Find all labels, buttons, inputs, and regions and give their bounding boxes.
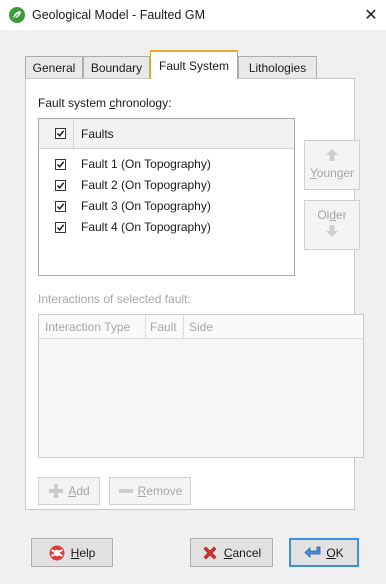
remove-label: Remove — [138, 484, 183, 498]
column-separator — [183, 315, 184, 339]
fault-checkbox[interactable] — [55, 159, 66, 170]
column-header-interaction-type: Interaction Type — [45, 320, 131, 334]
fault-label: Fault 2 (On Topography) — [81, 178, 211, 192]
select-all-checkbox[interactable] — [55, 128, 66, 139]
add-button[interactable]: Add — [38, 477, 100, 505]
column-header-fault: Fault — [150, 320, 177, 334]
older-label: Older — [305, 208, 359, 222]
fault-label: Fault 3 (On Topography) — [81, 199, 211, 213]
fault-checkbox[interactable] — [55, 180, 66, 191]
help-button[interactable]: Help — [31, 538, 113, 567]
check-icon — [56, 130, 65, 137]
check-icon — [56, 203, 65, 210]
fault-row[interactable]: Fault 3 (On Topography) — [39, 198, 294, 216]
label-accelerator: d — [329, 208, 336, 222]
remove-button[interactable]: Remove — [109, 477, 191, 505]
label-part: ounger — [316, 166, 355, 180]
fault-label: Fault 4 (On Topography) — [81, 220, 211, 234]
tab-label: Fault System — [158, 58, 230, 73]
tab-label: Boundary — [90, 60, 143, 75]
arrow-down-icon — [326, 225, 338, 237]
close-button[interactable]: ✕ — [356, 0, 386, 30]
faults-list-header: Faults — [39, 119, 294, 149]
label-accelerator: R — [137, 484, 147, 498]
help-icon — [49, 545, 65, 561]
chronology-label: Fault system chronology: — [38, 96, 171, 110]
help-label: Help — [71, 546, 96, 560]
label-part: K — [335, 545, 344, 560]
ok-button[interactable]: OK — [289, 538, 359, 567]
fault-label: Fault 1 (On Topography) — [81, 157, 211, 171]
ok-label: OK — [326, 546, 343, 560]
leaf-icon — [9, 7, 25, 23]
fault-row[interactable]: Fault 4 (On Topography) — [39, 219, 294, 237]
plus-icon — [49, 484, 64, 498]
label-part: hronology: — [115, 96, 172, 110]
ok-arrow-icon — [304, 545, 321, 561]
minus-icon — [118, 489, 133, 493]
column-separator — [145, 315, 146, 339]
title-bar: Geological Model - Faulted GM ✕ — [0, 0, 386, 30]
label-part: Fault system — [38, 96, 110, 110]
arrow-up-icon — [326, 149, 338, 161]
tab-general[interactable]: General — [25, 56, 83, 78]
cancel-label: Cancel — [224, 546, 261, 560]
dialog-window: Geological Model - Faulted GM ✕ General … — [0, 0, 386, 584]
tab-label: Lithologies — [248, 60, 307, 75]
check-icon — [56, 182, 65, 189]
column-header-side: Side — [189, 320, 214, 334]
cancel-button[interactable]: Cancel — [190, 538, 273, 567]
fault-row[interactable]: Fault 2 (On Topography) — [39, 177, 294, 195]
label-part: ancel — [232, 545, 262, 560]
label-accelerator: Y — [309, 166, 317, 180]
label-part: emove — [146, 484, 183, 498]
header-separator — [73, 119, 74, 149]
label-part: Ol — [317, 208, 330, 222]
label-part: dd — [76, 484, 90, 498]
label-part: er — [336, 208, 347, 222]
window-title: Geological Model - Faulted GM — [32, 8, 205, 22]
tab-boundary[interactable]: Boundary — [83, 56, 150, 78]
younger-label: Younger — [305, 166, 359, 180]
cancel-x-icon — [202, 545, 218, 561]
tab-lithologies[interactable]: Lithologies — [238, 56, 317, 78]
interactions-header: Interaction Type Fault Side — [39, 315, 363, 339]
tab-label: General — [32, 60, 76, 75]
faults-list: Faults Fault 1 (On Topography) Fault 2 (… — [38, 118, 295, 276]
fault-checkbox[interactable] — [55, 222, 66, 233]
interactions-label: Interactions of selected fault: — [38, 292, 191, 306]
check-icon — [56, 161, 65, 168]
interactions-table: Interaction Type Fault Side — [38, 314, 364, 458]
faults-column-header: Faults — [81, 127, 114, 141]
check-icon — [56, 224, 65, 231]
add-label: Add — [68, 484, 89, 498]
label-accelerator: O — [326, 545, 336, 560]
tab-fault-system[interactable]: Fault System — [150, 50, 238, 79]
fault-row[interactable]: Fault 1 (On Topography) — [39, 156, 294, 174]
close-icon: ✕ — [364, 7, 378, 24]
younger-button[interactable]: Younger — [304, 140, 360, 190]
older-button[interactable]: Older — [304, 200, 360, 250]
fault-checkbox[interactable] — [55, 201, 66, 212]
label-part: elp — [79, 545, 96, 560]
